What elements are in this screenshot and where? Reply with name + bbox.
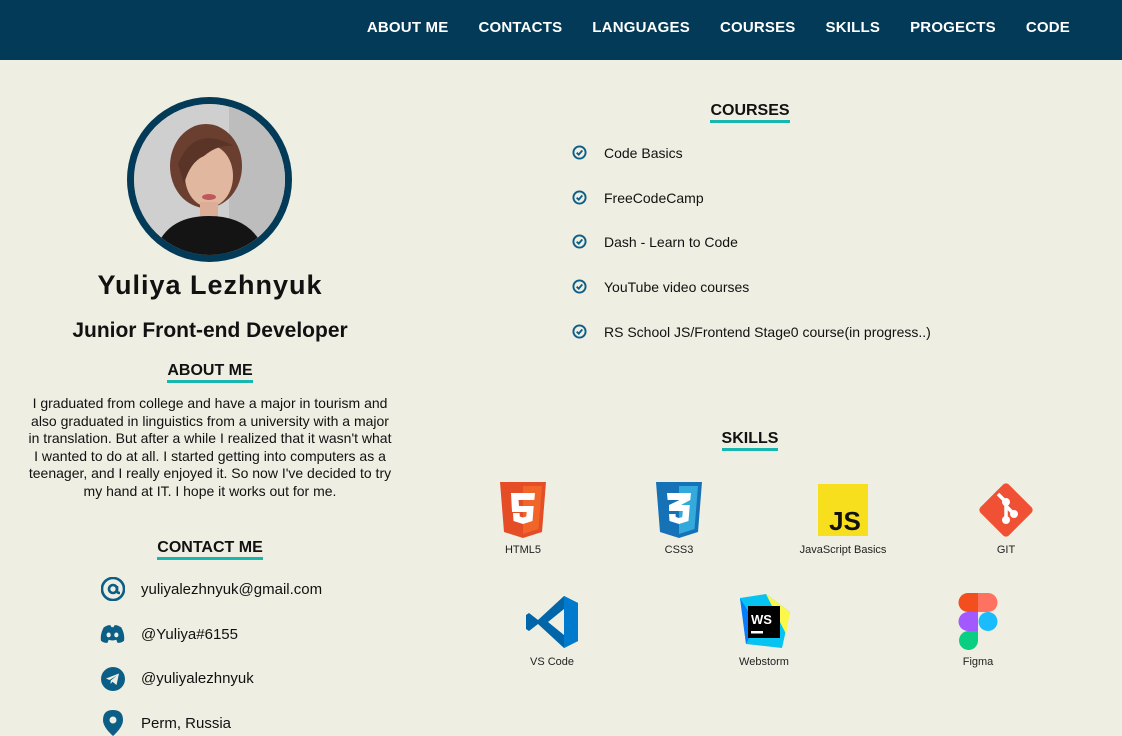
contact-title-text: CONTACT ME [157,539,263,560]
course-label: FreeCodeCamp [604,189,704,206]
svg-text:JS: JS [829,506,861,536]
contact-discord-text: @Yuliya#6155 [141,625,238,643]
nav-skills[interactable]: SKILLS [826,19,881,36]
skill-javascript: JS JavaScript Basics [793,482,893,556]
skill-html5: HTML5 [483,482,563,556]
skill-label: VS Code [529,656,575,668]
skill-label: Webstorm [739,656,789,668]
skills-title-text: SKILLS [721,430,779,451]
nav-contacts[interactable]: CONTACTS [478,19,562,36]
list-item: FreeCodeCamp [572,176,931,221]
list-item: RS School JS/Frontend Stage0 course(in p… [572,309,931,354]
nav-courses[interactable]: COURSES [720,19,796,36]
about-section-title: ABOUT ME [0,362,420,383]
contact-email-text: yuliyalezhnyuk@gmail.com [141,580,323,598]
svg-text:WS: WS [751,612,772,627]
css3-icon [651,482,707,538]
skill-vscode: VS Code [512,594,592,668]
email-at-icon [100,577,125,602]
skill-label: JavaScript Basics [799,544,887,556]
profile-role: Junior Front-end Developer [72,319,348,342]
list-item: Code Basics [572,131,931,176]
course-label: Code Basics [604,145,683,162]
nav-projects[interactable]: PROGECTS [910,19,996,36]
webstorm-icon: WS [736,594,792,650]
contact-section-title: CONTACT ME [0,539,420,560]
figma-icon [950,593,1006,650]
check-circle-icon [572,145,588,161]
skill-webstorm: WS Webstorm [724,594,804,668]
skill-label: GIT [996,544,1016,556]
check-circle-icon [572,324,588,340]
avatar [127,97,292,262]
nav-about-me[interactable]: ABOUT ME [367,19,449,36]
skill-css3: CSS3 [639,482,719,556]
main-nav: ABOUT ME CONTACTS LANGUAGES COURSES SKIL… [367,0,1070,55]
check-circle-icon [572,279,588,295]
contact-list: yuliyalezhnyuk@gmail.com @Yuliya#6155 @y… [100,567,322,736]
nav-code[interactable]: CODE [1026,19,1070,36]
skill-git: GIT [966,482,1046,556]
courses-title-text: COURSES [710,102,790,123]
discord-icon [100,622,125,647]
courses-section-title: COURSES [550,102,950,123]
check-circle-icon [572,234,588,250]
git-icon [978,482,1034,538]
course-label: YouTube video courses [604,279,750,296]
list-item: YouTube video courses [572,265,931,310]
course-list: Code Basics FreeCodeCamp Dash - Learn to… [572,131,931,354]
course-label: Dash - Learn to Code [604,234,738,251]
about-text: I graduated from college and have a majo… [28,395,392,499]
skill-label: HTML5 [504,544,542,556]
vscode-icon [524,594,580,650]
contact-telegram[interactable]: @yuliyalezhnyuk [100,656,322,701]
contact-telegram-text: @yuliyalezhnyuk [141,670,254,688]
check-circle-icon [572,190,588,206]
location-pin-icon [100,710,125,736]
skill-label: Figma [962,656,994,668]
top-navbar: ABOUT ME CONTACTS LANGUAGES COURSES SKIL… [0,0,1122,60]
nav-languages[interactable]: LANGUAGES [592,19,690,36]
skill-label: CSS3 [664,544,694,556]
skills-section-title: SKILLS [550,430,950,451]
about-title-text: ABOUT ME [167,362,253,383]
html5-icon [495,482,551,538]
course-label: RS School JS/Frontend Stage0 course(in p… [604,323,931,340]
profile-photo [134,104,285,255]
contact-location: Perm, Russia [100,701,322,736]
contact-email[interactable]: yuliyalezhnyuk@gmail.com [100,567,322,612]
telegram-icon [100,666,125,691]
skill-figma: Figma [938,593,1018,668]
contact-discord[interactable]: @Yuliya#6155 [100,612,322,657]
profile-name: Yuliya Lezhnyuk [97,270,323,300]
list-item: Dash - Learn to Code [572,220,931,265]
javascript-icon: JS [815,482,871,538]
contact-location-text: Perm, Russia [141,714,232,732]
